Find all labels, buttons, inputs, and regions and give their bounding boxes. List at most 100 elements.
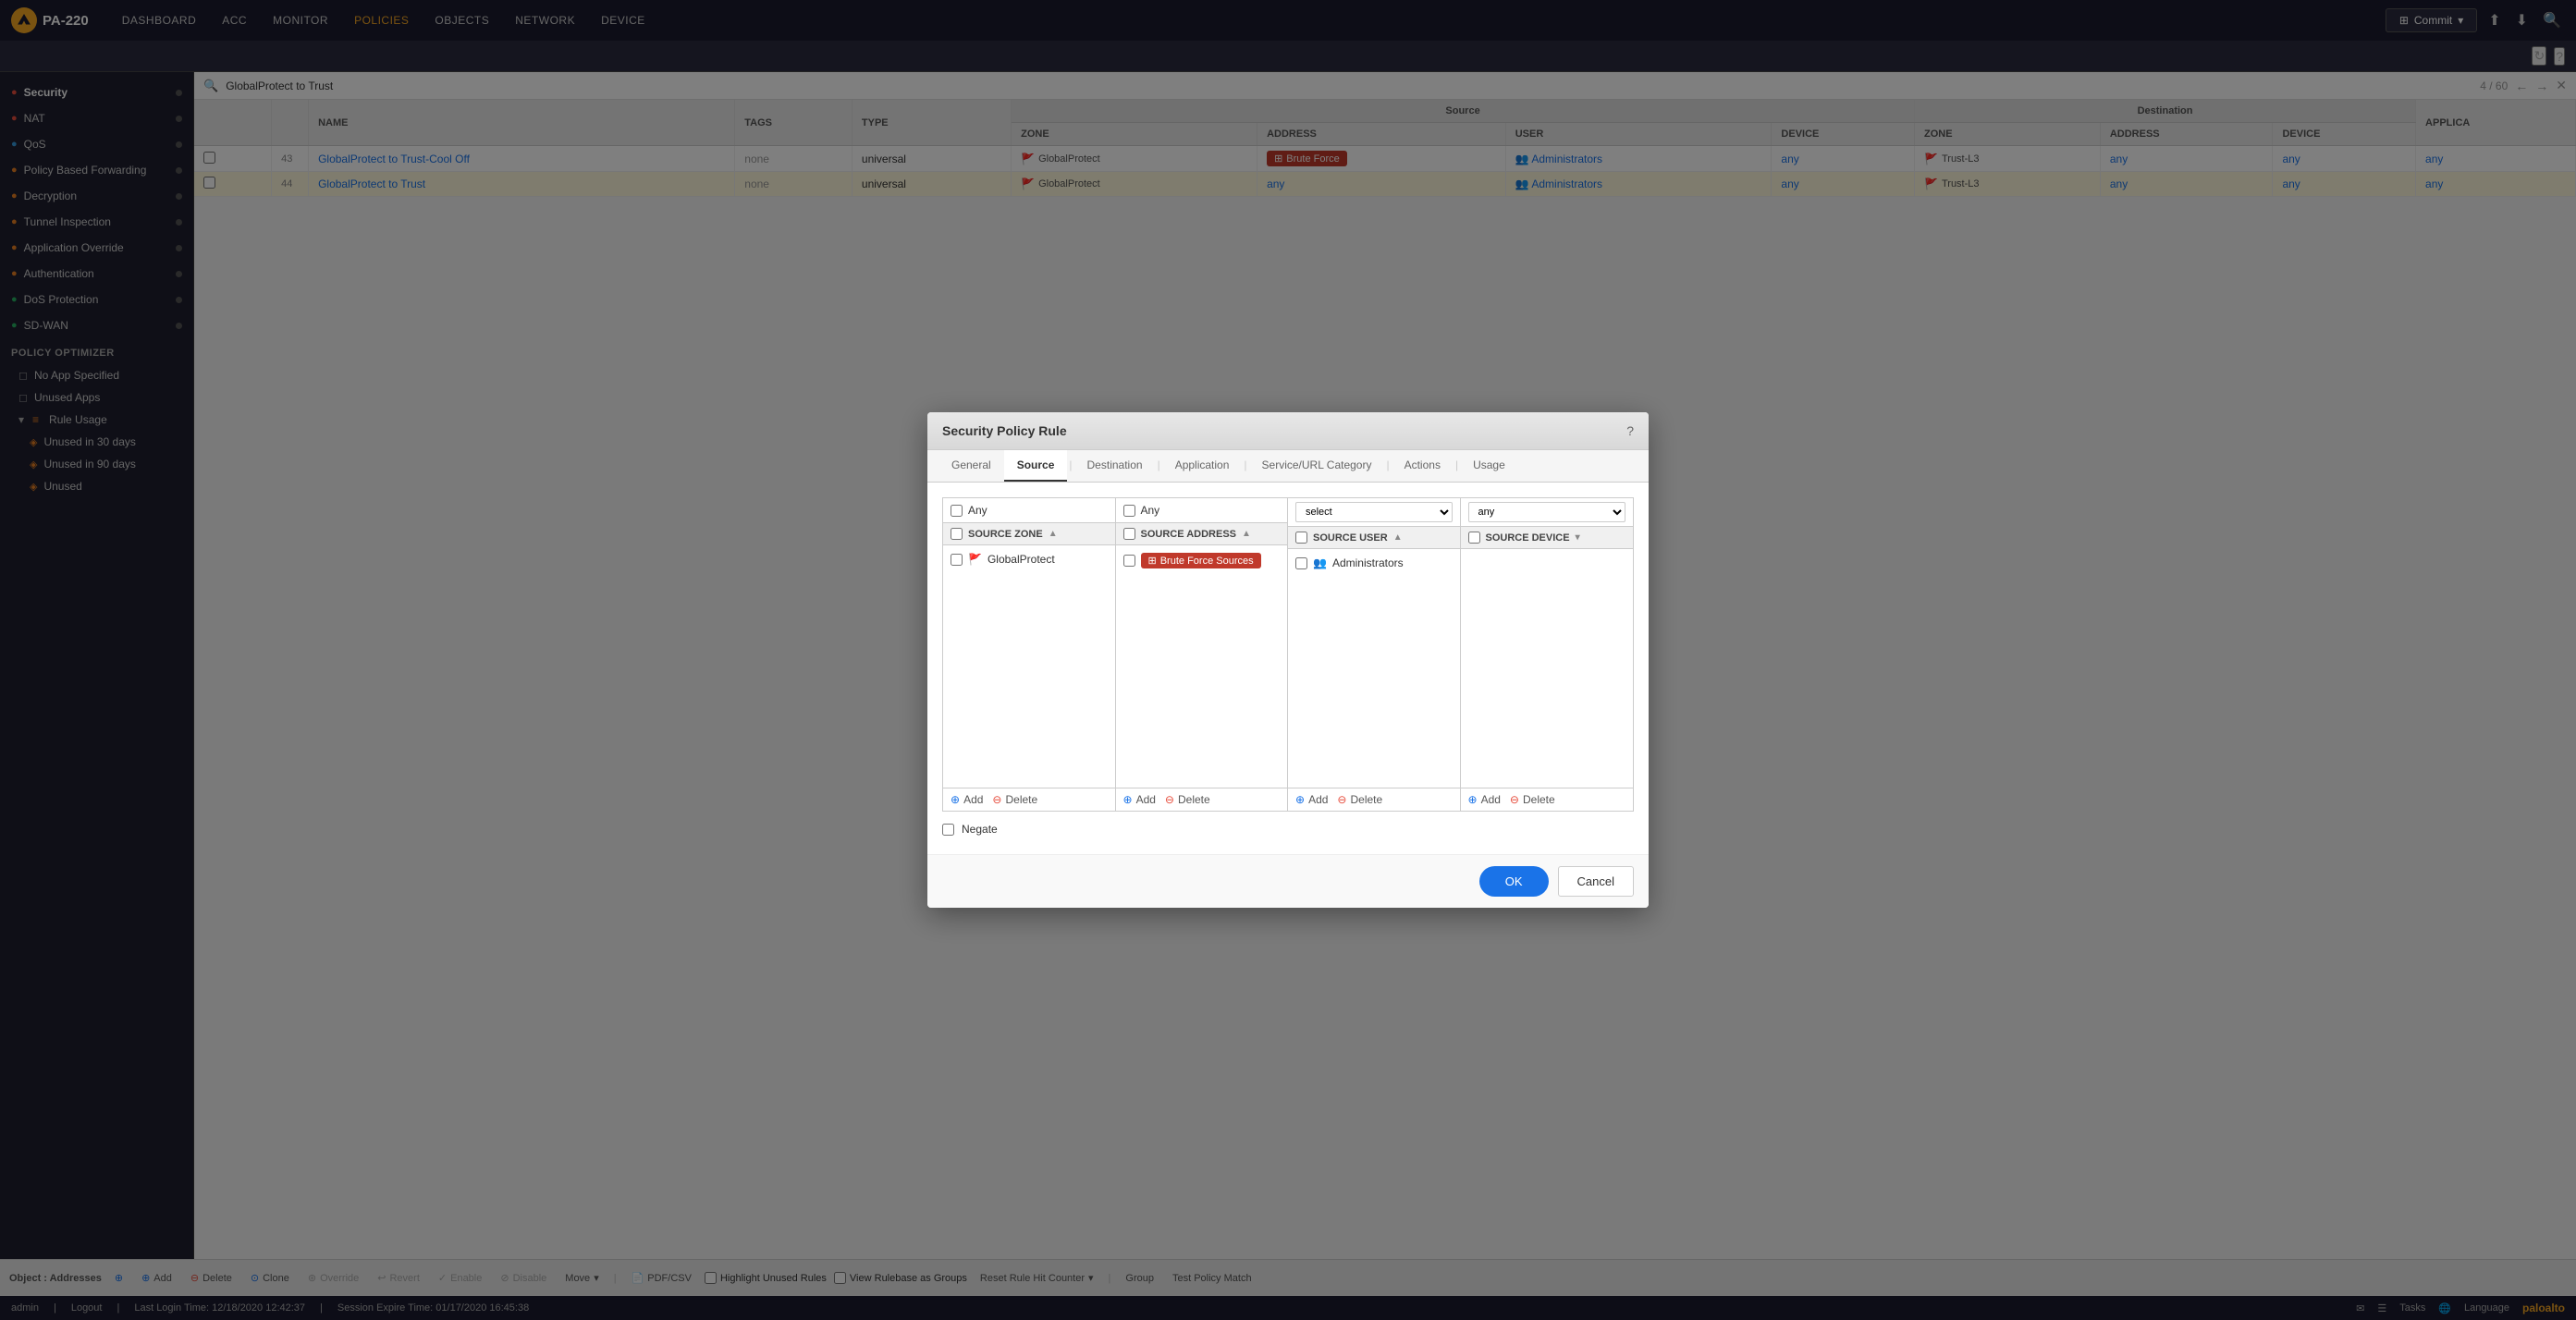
source-zone-col: Any SOURCE ZONE ▲ 🚩 GlobalProtect [943, 498, 1116, 811]
user-add-label: Add [1308, 793, 1328, 806]
user-delete-icon: ⊖ [1337, 793, 1346, 806]
address-header-label: SOURCE ADDRESS [1141, 529, 1237, 540]
user-items: 👥 Administrators [1288, 549, 1460, 788]
cancel-button[interactable]: Cancel [1558, 866, 1634, 897]
modal-body: Any SOURCE ZONE ▲ 🚩 GlobalProtect [927, 483, 1649, 854]
user-delete-button[interactable]: ⊖ Delete [1337, 793, 1382, 806]
modal-help-button[interactable]: ? [1626, 423, 1634, 438]
device-select[interactable]: any specific [1468, 502, 1626, 522]
device-select-row: any specific [1461, 498, 1634, 527]
zone-gp-label: GlobalProtect [987, 553, 1055, 566]
address-add-button[interactable]: ⊕ Add [1123, 793, 1156, 806]
tab-sep3: | [1242, 450, 1248, 482]
brute-force-badge: ⊞ Brute Force Sources [1141, 553, 1261, 568]
source-columns: Any SOURCE ZONE ▲ 🚩 GlobalProtect [942, 497, 1634, 812]
address-add-label: Add [1136, 793, 1156, 806]
address-any-label: Any [1141, 504, 1160, 517]
modal-title: Security Policy Rule [942, 423, 1067, 438]
tab-sep4: | [1384, 450, 1391, 482]
user-icon: 👥 [1313, 556, 1327, 569]
device-header-label: SOURCE DEVICE [1486, 532, 1570, 544]
user-select-row: select any pre-logon known-user unknown [1288, 498, 1460, 527]
device-add-button[interactable]: ⊕ Add [1468, 793, 1501, 806]
user-add-icon: ⊕ [1295, 793, 1305, 806]
zone-gp-checkbox[interactable] [951, 554, 963, 566]
zone-header-label: SOURCE ZONE [968, 529, 1043, 540]
user-header-label: SOURCE USER [1313, 532, 1388, 544]
address-footer: ⊕ Add ⊖ Delete [1116, 788, 1288, 811]
tab-actions[interactable]: Actions [1392, 450, 1454, 482]
address-delete-button[interactable]: ⊖ Delete [1165, 793, 1210, 806]
user-header-row: SOURCE USER ▲ [1288, 527, 1460, 549]
zone-add-label: Add [963, 793, 983, 806]
device-add-icon: ⊕ [1468, 793, 1478, 806]
zone-delete-label: Delete [1005, 793, 1037, 806]
zone-delete-icon: ⊖ [992, 793, 1001, 806]
negate-label: Negate [962, 823, 998, 836]
tab-service-url[interactable]: Service/URL Category [1249, 450, 1385, 482]
negate-row: Negate [942, 812, 1634, 839]
zone-items: 🚩 GlobalProtect [943, 545, 1115, 788]
address-any-row: Any [1116, 498, 1288, 523]
address-bfs-checkbox[interactable] [1123, 555, 1135, 567]
zone-add-button[interactable]: ⊕ Add [951, 793, 983, 806]
address-any-checkbox[interactable] [1123, 505, 1135, 517]
ok-button[interactable]: OK [1479, 866, 1549, 897]
tab-sep2: | [1156, 450, 1162, 482]
source-device-col: any specific SOURCE DEVICE ▾ ⊕ [1461, 498, 1634, 811]
device-delete-button[interactable]: ⊖ Delete [1510, 793, 1555, 806]
modal-overlay: Security Policy Rule ? General Source | … [0, 0, 2576, 1320]
device-delete-label: Delete [1523, 793, 1555, 806]
zone-flag-icon: 🚩 [968, 553, 982, 566]
user-sort-icon[interactable]: ▲ [1393, 532, 1403, 543]
zone-item-globalprotect[interactable]: 🚩 GlobalProtect [943, 549, 1115, 569]
security-policy-modal: Security Policy Rule ? General Source | … [927, 412, 1649, 908]
source-user-col: select any pre-logon known-user unknown … [1288, 498, 1461, 811]
user-footer: ⊕ Add ⊖ Delete [1288, 788, 1460, 811]
address-delete-icon: ⊖ [1165, 793, 1174, 806]
user-add-button[interactable]: ⊕ Add [1295, 793, 1328, 806]
address-add-icon: ⊕ [1123, 793, 1133, 806]
address-header-checkbox[interactable] [1123, 528, 1135, 540]
user-delete-label: Delete [1350, 793, 1382, 806]
zone-any-label: Any [968, 504, 987, 517]
device-footer: ⊕ Add ⊖ Delete [1461, 788, 1634, 811]
zone-header-checkbox[interactable] [951, 528, 963, 540]
tab-general[interactable]: General [938, 450, 1004, 482]
tab-application[interactable]: Application [1162, 450, 1243, 482]
tab-sep1: | [1067, 450, 1073, 482]
user-admin-label: Administrators [1332, 556, 1404, 569]
tab-source[interactable]: Source [1004, 450, 1068, 482]
address-items: ⊞ Brute Force Sources [1116, 545, 1288, 788]
user-header-checkbox[interactable] [1295, 532, 1307, 544]
modal-footer: OK Cancel [927, 854, 1649, 908]
address-item-brute-force[interactable]: ⊞ Brute Force Sources [1116, 549, 1288, 572]
tab-sep5: | [1454, 450, 1460, 482]
brute-force-icon: ⊞ [1148, 555, 1157, 567]
user-select[interactable]: select any pre-logon known-user unknown [1295, 502, 1453, 522]
modal-header: Security Policy Rule ? [927, 412, 1649, 450]
address-sort-icon[interactable]: ▲ [1242, 529, 1251, 539]
zone-footer: ⊕ Add ⊖ Delete [943, 788, 1115, 811]
source-address-col: Any SOURCE ADDRESS ▲ ⊞ Brute Force Sourc… [1116, 498, 1289, 811]
address-delete-label: Delete [1178, 793, 1210, 806]
device-delete-icon: ⊖ [1510, 793, 1519, 806]
modal-tabs: General Source | Destination | Applicati… [927, 450, 1649, 483]
device-items [1461, 549, 1634, 788]
device-header-checkbox[interactable] [1468, 532, 1480, 544]
device-sort-icon[interactable]: ▾ [1576, 532, 1580, 543]
zone-sort-icon[interactable]: ▲ [1049, 529, 1058, 539]
negate-checkbox[interactable] [942, 824, 954, 836]
zone-header-row: SOURCE ZONE ▲ [943, 523, 1115, 545]
user-item-administrators[interactable]: 👥 Administrators [1288, 553, 1460, 573]
address-header-row: SOURCE ADDRESS ▲ [1116, 523, 1288, 545]
zone-add-icon: ⊕ [951, 793, 960, 806]
zone-any-row: Any [943, 498, 1115, 523]
tab-destination[interactable]: Destination [1074, 450, 1156, 482]
zone-any-checkbox[interactable] [951, 505, 963, 517]
device-add-label: Add [1481, 793, 1501, 806]
tab-usage[interactable]: Usage [1460, 450, 1518, 482]
user-admin-checkbox[interactable] [1295, 557, 1307, 569]
device-header-row: SOURCE DEVICE ▾ [1461, 527, 1634, 549]
zone-delete-button[interactable]: ⊖ Delete [992, 793, 1037, 806]
